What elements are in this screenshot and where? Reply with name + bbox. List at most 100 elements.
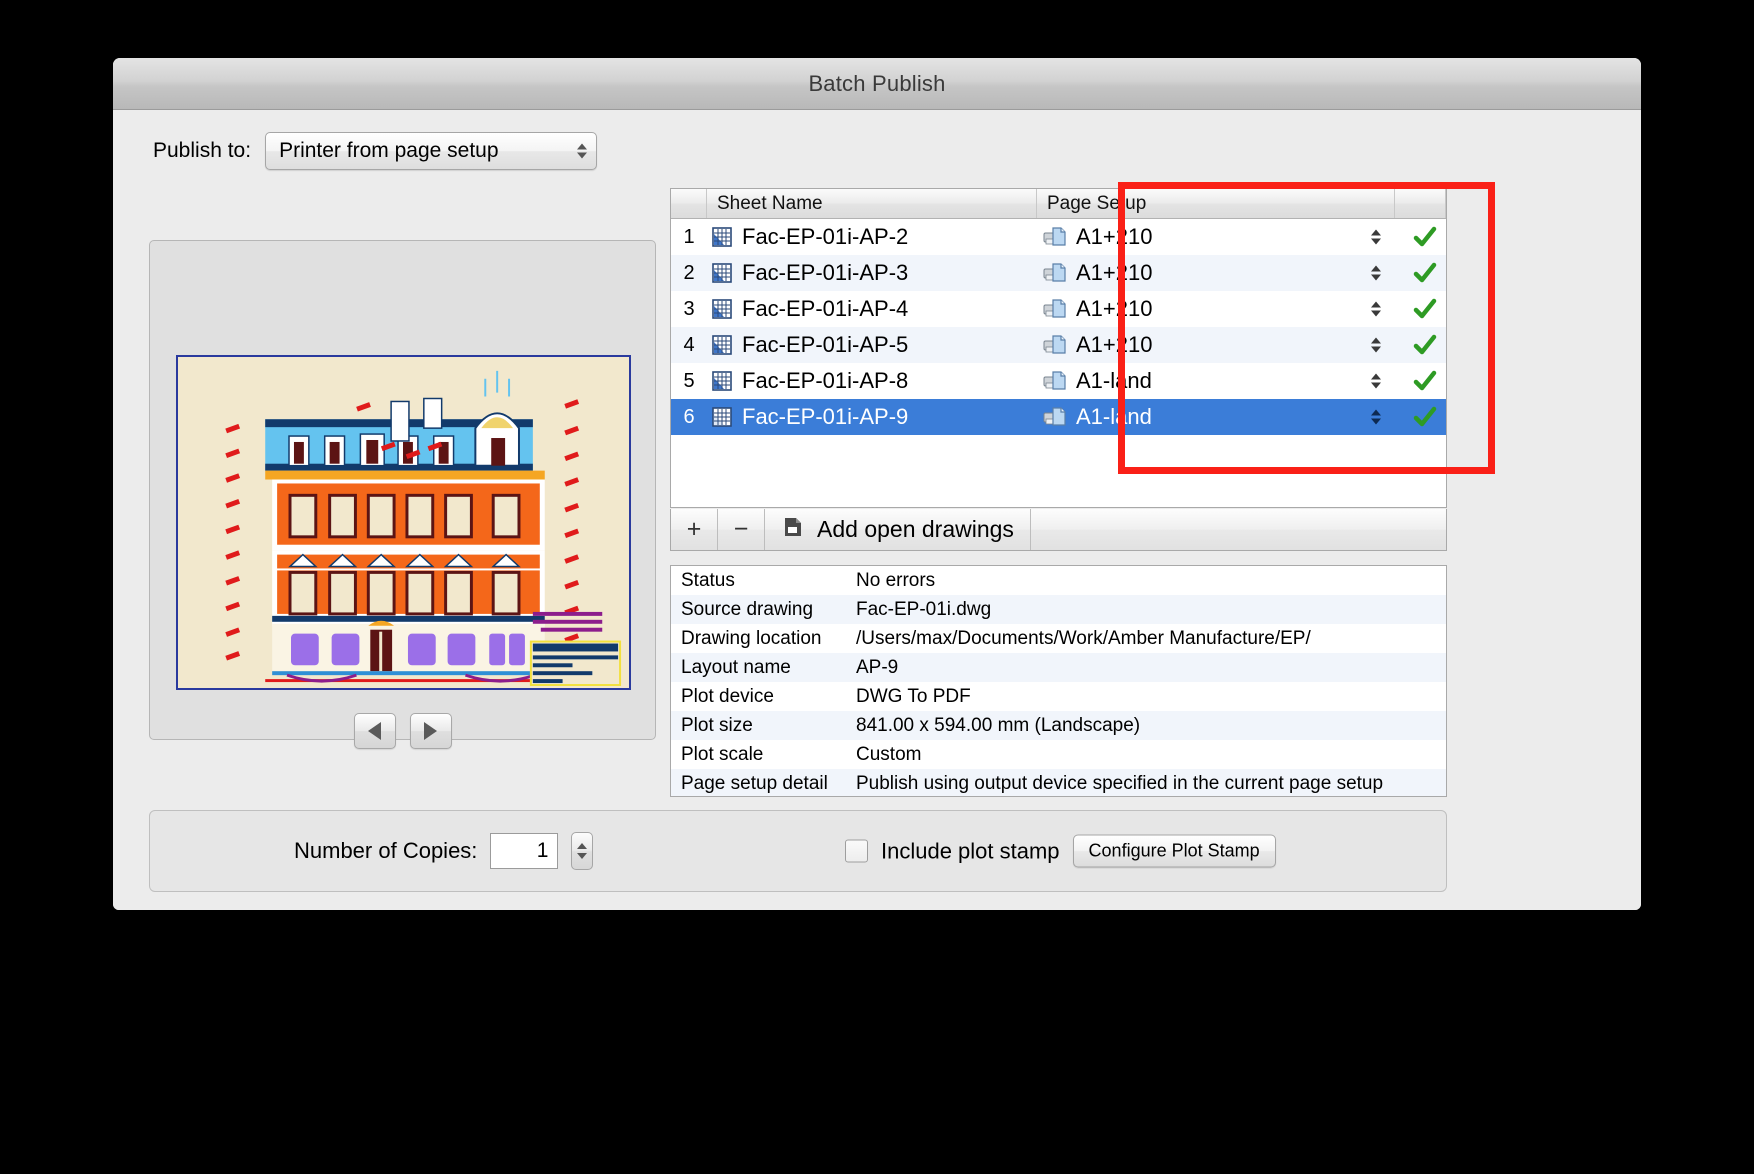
add-sheet-button[interactable]: + (671, 509, 718, 550)
sheet-preview-panel (149, 240, 656, 749)
table-row[interactable]: 4 Fac-EP-01i-AP-5 A1+210 (671, 327, 1446, 363)
page-setup-stepper-icon[interactable] (1371, 409, 1381, 425)
row-page-setup-cell[interactable]: A1+210 (1037, 296, 1395, 322)
detail-key: Layout name (681, 656, 791, 678)
dialog-body: Publish to: Printer from page setup Shee… (113, 110, 1641, 910)
page-setup-icon (1043, 333, 1067, 357)
page-setup-stepper-icon[interactable] (1371, 265, 1381, 281)
screen-root: Batch Publish Publish to: Printer from p… (0, 0, 1754, 1174)
column-header-sheet-name[interactable]: Sheet Name (707, 189, 1037, 218)
include-plot-stamp-label: Include plot stamp (881, 838, 1060, 863)
drawing-preview-image (176, 355, 631, 690)
page-setup-icon (1043, 405, 1067, 429)
layout-icon (711, 262, 733, 284)
layout-icon (711, 298, 733, 320)
building-elevation-drawing (178, 357, 629, 688)
detail-key: Drawing location (681, 627, 822, 649)
detail-value: 841.00 x 594.00 mm (Landscape) (856, 714, 1141, 736)
row-page-setup-cell[interactable]: A1+210 (1037, 224, 1395, 250)
sheet-name-text: Fac-EP-01i-AP-9 (742, 404, 909, 429)
row-index: 6 (683, 405, 695, 428)
row-page-setup-cell[interactable]: A1+210 (1037, 332, 1395, 358)
detail-key: Plot device (681, 685, 774, 707)
sheet-details-panel: Status No errors Source drawing Fac-EP-0… (670, 565, 1447, 797)
table-row[interactable]: 2 Fac-EP-01i-AP-3 A1+210 (671, 255, 1446, 291)
dialog-title: Batch Publish (808, 70, 946, 96)
detail-key: Plot size (681, 714, 753, 736)
detail-row: Layout name AP-9 (671, 653, 1446, 682)
detail-row: Source drawing Fac-EP-01i.dwg (671, 595, 1446, 624)
check-icon (1413, 226, 1437, 247)
number-of-copies-label: Number of Copies: (294, 838, 478, 863)
page-setup-stepper-icon[interactable] (1371, 301, 1381, 317)
sheet-name-text: Fac-EP-01i-AP-3 (742, 260, 909, 285)
page-setup-stepper-icon[interactable] (1371, 373, 1381, 389)
page-setup-icon (1043, 225, 1067, 249)
detail-value: Publish using output device specified in… (856, 772, 1384, 794)
check-icon (1413, 370, 1437, 391)
table-row[interactable]: 1 Fac-EP-01i-AP-2 A1+210 (671, 219, 1446, 255)
row-index: 1 (683, 225, 695, 248)
row-index: 4 (683, 333, 695, 356)
check-icon (1413, 262, 1437, 283)
remove-sheet-button[interactable]: − (718, 509, 765, 550)
detail-row: Status No errors (671, 566, 1446, 595)
check-icon (1413, 406, 1437, 427)
row-sheet-name-cell: Fac-EP-01i-AP-3 (707, 260, 1037, 286)
detail-value: /Users/max/Documents/Work/Amber Manufact… (856, 627, 1311, 649)
row-status-cell (1395, 333, 1446, 357)
detail-value: DWG To PDF (856, 685, 971, 707)
detail-key: Source drawing (681, 598, 814, 620)
page-setup-text: A1+210 (1076, 332, 1153, 357)
row-page-setup-cell[interactable]: A1-land (1037, 404, 1395, 430)
detail-key: Status (681, 569, 735, 591)
page-setup-icon (1043, 369, 1067, 393)
column-header-page-setup[interactable]: Page Setup (1037, 189, 1395, 218)
column-header-status[interactable] (1395, 189, 1446, 218)
detail-value: Fac-EP-01i.dwg (856, 598, 992, 620)
table-row[interactable]: 5 Fac-EP-01i-AP-8 A1-land (671, 363, 1446, 399)
row-page-setup-cell[interactable]: A1+210 (1037, 260, 1395, 286)
row-index: 5 (683, 369, 695, 392)
add-open-drawings-button[interactable]: Add open drawings (765, 509, 1031, 550)
row-status-cell (1395, 297, 1446, 321)
detail-value: No errors (856, 569, 936, 591)
table-row[interactable]: 3 Fac-EP-01i-AP-4 A1+210 (671, 291, 1446, 327)
plot-stamp-row: Include plot stamp Configure Plot Stamp (845, 834, 1276, 868)
column-header-index[interactable] (671, 189, 707, 218)
row-status-cell (1395, 225, 1446, 249)
page-setup-text: A1+210 (1076, 260, 1153, 285)
publish-to-label: Publish to: (153, 139, 252, 162)
row-sheet-name-cell: Fac-EP-01i-AP-8 (707, 368, 1037, 394)
page-setup-text: A1+210 (1076, 296, 1153, 321)
row-sheet-name-cell: Fac-EP-01i-AP-9 (707, 404, 1037, 430)
number-of-copies-stepper[interactable] (571, 832, 594, 870)
page-setup-icon (1043, 297, 1067, 321)
publish-to-select[interactable]: Printer from page setup (265, 132, 598, 170)
sheet-list-toolbar: + − Add open drawings (670, 509, 1447, 551)
include-plot-stamp-checkbox[interactable] (845, 839, 868, 863)
preview-next-button[interactable] (409, 713, 452, 749)
page-setup-text: A1+210 (1076, 224, 1153, 249)
number-of-copies-input[interactable]: 1 (490, 833, 559, 869)
sheet-name-text: Fac-EP-01i-AP-5 (742, 332, 909, 357)
detail-row: Drawing location /Users/max/Documents/Wo… (671, 624, 1446, 653)
layout-icon (711, 406, 733, 428)
configure-plot-stamp-button[interactable]: Configure Plot Stamp (1072, 834, 1276, 868)
row-sheet-name-cell: Fac-EP-01i-AP-2 (707, 224, 1037, 250)
add-open-drawings-label: Add open drawings (817, 516, 1014, 542)
table-header-row: Sheet Name Page Setup (671, 189, 1446, 219)
preview-prev-button[interactable] (353, 713, 396, 749)
row-page-setup-cell[interactable]: A1-land (1037, 368, 1395, 394)
page-setup-stepper-icon[interactable] (1371, 229, 1381, 245)
drawing-file-icon (781, 515, 805, 545)
arrow-right-icon (424, 722, 437, 740)
table-row-selected[interactable]: 6 Fac-EP-01i-AP-9 A1-land (671, 399, 1446, 435)
check-icon (1413, 334, 1437, 355)
dialog-titlebar: Batch Publish (113, 58, 1641, 110)
row-index: 3 (683, 297, 695, 320)
copies-and-stamp-group: Number of Copies: 1 Include plot stamp C… (149, 810, 1447, 892)
publish-to-value: Printer from page setup (279, 139, 499, 162)
page-setup-stepper-icon[interactable] (1371, 337, 1381, 353)
